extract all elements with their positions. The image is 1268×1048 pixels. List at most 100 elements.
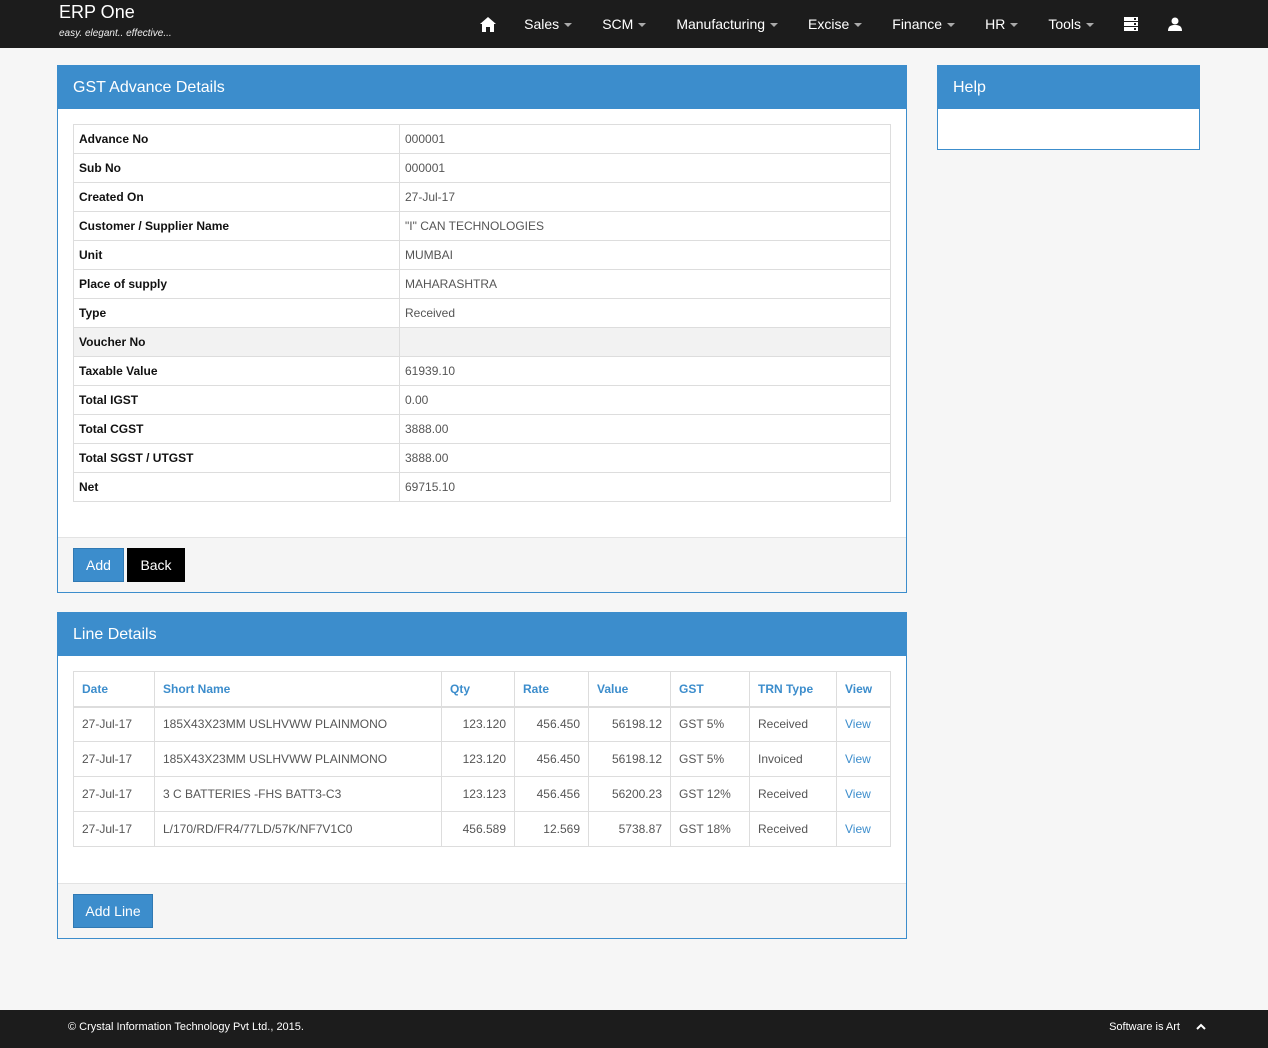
page-footer: © Crystal Information Technology Pvt Ltd… <box>0 1010 1268 1048</box>
detail-value: 27-Jul-17 <box>399 182 891 212</box>
advance-details-table: Advance No 000001 Sub No 000001 Created On… <box>73 124 891 502</box>
brand-tagline: easy. elegant.. effective... <box>59 28 172 39</box>
nav-tools[interactable]: Tools <box>1033 0 1109 48</box>
home-icon[interactable] <box>467 0 509 48</box>
col-header-short-name[interactable]: Short Name <box>154 671 442 708</box>
cell-qty: 123.120 <box>441 706 515 742</box>
view-link[interactable]: View <box>836 741 891 777</box>
help-title: Help <box>938 66 1199 109</box>
cell-gst: GST 12% <box>670 776 750 812</box>
cell-value: 56198.12 <box>588 706 671 742</box>
detail-row: Customer / Supplier Name "I" CAN TECHNOLO… <box>73 211 891 241</box>
cell-gst: GST 18% <box>670 811 750 847</box>
caret-down-icon <box>854 22 863 27</box>
detail-row: Taxable Value 61939.10 <box>73 356 891 386</box>
detail-value: 000001 <box>399 153 891 183</box>
col-header-trn-type[interactable]: TRN Type <box>749 671 837 708</box>
detail-row: Created On 27-Jul-17 <box>73 182 891 212</box>
nav-hr[interactable]: HR <box>970 0 1033 48</box>
cell-rate: 456.456 <box>514 776 589 812</box>
detail-value: 3888.00 <box>399 443 891 473</box>
col-header-gst[interactable]: GST <box>670 671 750 708</box>
detail-row: Total CGST 3888.00 <box>73 414 891 444</box>
view-link[interactable]: View <box>836 706 891 742</box>
server-icon[interactable] <box>1109 0 1153 48</box>
brand[interactable]: ERP One easy. elegant.. effective... <box>59 2 172 39</box>
table-row: 27-Jul-17 185X43X23MM USLHVWW PLAINMONO … <box>73 741 891 777</box>
cell-date: 27-Jul-17 <box>73 811 155 847</box>
main-nav: Sales SCM Manufacturing Excise Finance H… <box>467 0 1268 48</box>
view-link[interactable]: View <box>836 811 891 847</box>
col-header-rate[interactable]: Rate <box>514 671 589 708</box>
detail-row: Total IGST 0.00 <box>73 385 891 415</box>
nav-sales[interactable]: Sales <box>509 0 587 48</box>
table-row: 27-Jul-17 185X43X23MM USLHVWW PLAINMONO … <box>73 706 891 742</box>
detail-label: Place of supply <box>73 269 400 299</box>
caret-down-icon <box>947 22 956 27</box>
detail-value: MUMBAI <box>399 240 891 270</box>
help-panel: Help <box>937 65 1200 150</box>
detail-value: "I" CAN TECHNOLOGIES <box>399 211 891 241</box>
col-header-qty[interactable]: Qty <box>441 671 515 708</box>
detail-value: MAHARASHTRA <box>399 269 891 299</box>
cell-gst: GST 5% <box>670 741 750 777</box>
back-button[interactable]: Back <box>127 548 185 582</box>
caret-down-icon <box>564 22 573 27</box>
detail-value: 000001 <box>399 124 891 154</box>
advance-details-panel: GST Advance Details Advance No 000001 Sub… <box>57 65 907 593</box>
table-row: 27-Jul-17 L/170/RD/FR4/77LD/57K/NF7V1C0 … <box>73 811 891 847</box>
detail-row: Unit MUMBAI <box>73 240 891 270</box>
nav-manufacturing-label: Manufacturing <box>676 16 766 32</box>
chevron-up-icon[interactable] <box>1196 1022 1206 1032</box>
nav-hr-label: HR <box>985 16 1006 32</box>
top-navbar: ERP One easy. elegant.. effective... Sal… <box>0 0 1268 48</box>
detail-row: Type Received <box>73 298 891 328</box>
cell-rate: 456.450 <box>514 706 589 742</box>
panel-title: GST Advance Details <box>58 66 906 109</box>
cell-date: 27-Jul-17 <box>73 776 155 812</box>
nav-sales-label: Sales <box>524 16 560 32</box>
line-details-panel: Line Details Date Short Name Qty Rate Va… <box>57 612 907 939</box>
add-line-button[interactable]: Add Line <box>73 894 153 928</box>
cell-trn-type: Received <box>749 776 837 812</box>
nav-scm-label: SCM <box>602 16 634 32</box>
view-link[interactable]: View <box>836 776 891 812</box>
cell-qty: 456.589 <box>441 811 515 847</box>
nav-scm[interactable]: SCM <box>587 0 661 48</box>
detail-row: Voucher No <box>73 327 891 357</box>
cell-rate: 456.450 <box>514 741 589 777</box>
detail-value: 61939.10 <box>399 356 891 386</box>
cell-date: 27-Jul-17 <box>73 706 155 742</box>
detail-row: Sub No 000001 <box>73 153 891 183</box>
detail-value: 0.00 <box>399 385 891 415</box>
col-header-view[interactable]: View <box>836 671 891 708</box>
cell-trn-type: Received <box>749 706 837 742</box>
nav-manufacturing[interactable]: Manufacturing <box>661 0 793 48</box>
detail-value: 3888.00 <box>399 414 891 444</box>
cell-date: 27-Jul-17 <box>73 741 155 777</box>
nav-excise[interactable]: Excise <box>793 0 877 48</box>
detail-label: Type <box>73 298 400 328</box>
detail-label: Total IGST <box>73 385 400 415</box>
col-header-date[interactable]: Date <box>73 671 155 708</box>
detail-label: Customer / Supplier Name <box>73 211 400 241</box>
user-icon[interactable] <box>1153 0 1197 48</box>
table-row: 27-Jul-17 3 C BATTERIES -FHS BATT3-C3 12… <box>73 776 891 812</box>
detail-label: Sub No <box>73 153 400 183</box>
cell-value: 56198.12 <box>588 741 671 777</box>
detail-label: Voucher No <box>73 327 400 357</box>
caret-down-icon <box>638 22 647 27</box>
nav-finance[interactable]: Finance <box>877 0 970 48</box>
panel-title: Line Details <box>58 613 906 656</box>
detail-label: Created On <box>73 182 400 212</box>
nav-tools-label: Tools <box>1048 16 1081 32</box>
detail-label: Total SGST / UTGST <box>73 443 400 473</box>
col-header-value[interactable]: Value <box>588 671 671 708</box>
cell-gst: GST 5% <box>670 706 750 742</box>
add-button[interactable]: Add <box>73 548 124 582</box>
copyright-text: © Crystal Information Technology Pvt Ltd… <box>68 1021 304 1033</box>
cell-value: 56200.23 <box>588 776 671 812</box>
caret-down-icon <box>770 22 779 27</box>
cell-trn-type: Invoiced <box>749 741 837 777</box>
cell-qty: 123.123 <box>441 776 515 812</box>
